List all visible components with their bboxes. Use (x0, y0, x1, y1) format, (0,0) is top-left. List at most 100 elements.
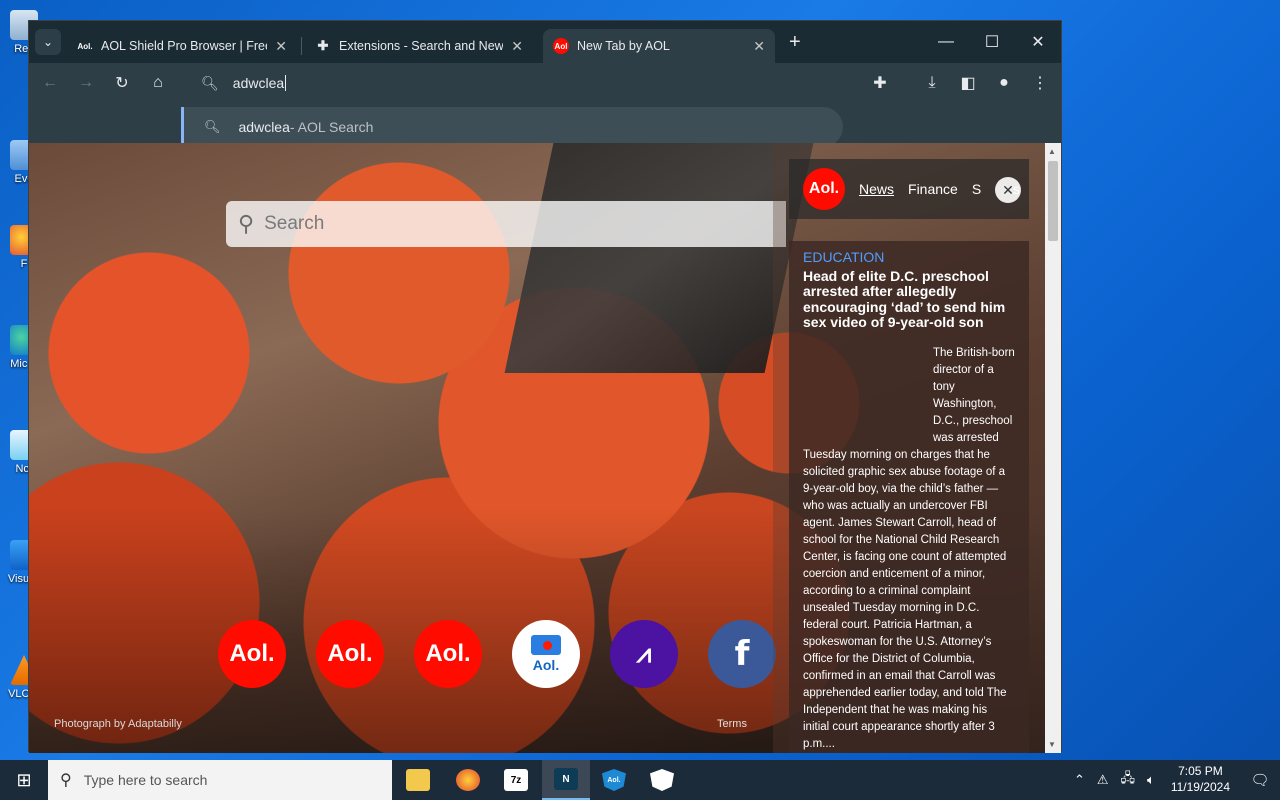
aol-logo-icon: Aol. (229, 640, 275, 667)
news-tab[interactable]: News (859, 181, 894, 197)
puzzle-icon: ✚ (317, 38, 329, 53)
taskbar-aol-browser[interactable]: N (542, 760, 590, 800)
reload-icon: ↻ (115, 75, 129, 92)
tab-aol-shield[interactable]: Aol. AOL Shield Pro Browser | Free ✕ (67, 29, 297, 63)
close-icon: ✕ (1031, 34, 1045, 51)
more-vert-icon: ⋮ (1032, 75, 1048, 92)
side-panel-icon: ◧ (960, 75, 976, 92)
article-headline[interactable]: Head of elite D.C. preschool arrested af… (803, 268, 1015, 331)
puzzle-icon: ✚ (873, 75, 887, 92)
suggestion-row[interactable]: 🔍︎ adwclea - AOL Search (181, 107, 843, 147)
home-icon: ⌂ (153, 74, 163, 91)
shortcut-aol-3[interactable]: Aol. (414, 620, 482, 688)
chevron-up-icon[interactable]: ⌃ (1074, 772, 1085, 788)
minimize-icon: — (938, 33, 954, 50)
side-panel-button[interactable]: ◧ (955, 70, 981, 96)
address-bar[interactable]: 🔍︎ adwclea (179, 63, 844, 103)
tab-title: New Tab by AOL (577, 39, 670, 53)
mail-icon (531, 635, 561, 655)
close-tab-icon[interactable]: ✕ (511, 38, 523, 55)
sports-tab[interactable]: S (972, 181, 981, 197)
search-icon: 🔍︎ (201, 74, 219, 91)
profile-icon: ● (999, 74, 1009, 91)
warning-icon[interactable]: ⚠ (1097, 772, 1109, 788)
taskbar-file-explorer[interactable] (394, 760, 442, 800)
address-bar-text[interactable]: adwclea (233, 75, 284, 91)
tab-title: AOL Shield Pro Browser | Free (101, 39, 268, 53)
browser-window: ⌄ Aol. AOL Shield Pro Browser | Free ✕ ✚… (28, 20, 1062, 753)
scrollbar-thumb[interactable] (1048, 161, 1058, 241)
clock[interactable]: 7:05 PM 11/19/2024 (1171, 764, 1230, 795)
shortcut-aol-1[interactable]: Aol. (218, 620, 286, 688)
start-button[interactable]: ⊞ (0, 760, 48, 800)
aol-mail-label: Aol. (532, 657, 560, 673)
aol-logo-icon: Aol. (425, 640, 471, 667)
taskbar-search-box[interactable]: ⚲ Type here to search (48, 760, 392, 800)
aol-logo-icon: Aol. (327, 640, 373, 667)
new-tab-button[interactable]: + (789, 31, 801, 54)
aol-favicon-icon: Aol. (77, 41, 93, 51)
text-caret (285, 75, 287, 91)
terms-link[interactable]: Terms (717, 718, 747, 730)
search-icon: 🔍︎ (204, 119, 221, 134)
reload-button[interactable]: ↻ (109, 70, 135, 96)
menu-button[interactable]: ⋮ (1027, 70, 1053, 96)
close-window-button[interactable]: ✕ (1015, 29, 1061, 55)
chevron-down-icon: ⌄ (42, 35, 54, 49)
taskbar: ⊞ ⚲ Type here to search 7z N Aol. ⌃ ⚠ 🖧︎… (0, 760, 1280, 800)
arrow-left-icon: ← (42, 74, 58, 91)
scroll-down-icon[interactable]: ▼ (1048, 740, 1056, 749)
tab-search-button[interactable]: ⌄ (35, 29, 61, 55)
tab-divider (301, 37, 302, 55)
tab-new-tab-aol[interactable]: Aol New Tab by AOL ✕ (543, 29, 775, 63)
article-thumbnail (803, 345, 921, 441)
windows-security-icon (650, 769, 674, 791)
photo-credit[interactable]: Photograph by Adaptabilly (54, 718, 182, 730)
back-button[interactable]: ← (37, 70, 63, 96)
news-article[interactable]: EDUCATION Head of elite D.C. preschool a… (789, 241, 1029, 753)
shield-icon: Aol. (602, 769, 626, 791)
taskbar-aol-shield[interactable]: Aol. (590, 760, 638, 800)
aol-logo-icon[interactable]: Aol. (803, 168, 845, 210)
shortcut-facebook[interactable]: f (708, 620, 776, 688)
scroll-up-icon[interactable]: ▲ (1048, 147, 1056, 156)
shortcut-finance[interactable]: ⩘ (610, 620, 678, 688)
suggestion-query: adwclea (238, 119, 290, 135)
shortcut-aol-2[interactable]: Aol. (316, 620, 384, 688)
notifications-button[interactable]: 🗨︎ (1240, 771, 1280, 789)
search-icon: ⚲ (238, 211, 255, 236)
home-button[interactable]: ⌂ (145, 70, 171, 96)
news-header: Aol. News Finance S ✕ s (789, 159, 1029, 219)
article-category: EDUCATION (803, 249, 885, 265)
minimize-button[interactable]: — (923, 29, 969, 55)
finance-tab[interactable]: Finance (908, 181, 958, 197)
downloads-button[interactable]: ⤓ (919, 70, 945, 96)
shortcut-aol-mail[interactable]: Aol. (512, 620, 580, 688)
tab-extensions[interactable]: ✚ Extensions - Search and New T ✕ (305, 29, 533, 63)
taskbar-search-placeholder: Type here to search (83, 772, 208, 788)
folder-icon (406, 769, 430, 791)
clock-time: 7:05 PM (1178, 764, 1223, 779)
windows-logo-icon: ⊞ (16, 769, 32, 790)
page-search-box[interactable]: ⚲ (226, 201, 786, 247)
facebook-icon: f (734, 634, 750, 674)
taskbar-firefox[interactable] (444, 760, 492, 800)
notification-icon: 🗨︎ (1250, 772, 1270, 789)
page-scrollbar[interactable]: ▲ ▼ (1045, 143, 1061, 753)
taskbar-7zip[interactable]: 7z (492, 760, 540, 800)
sports-tab-suffix: s (1013, 181, 1020, 197)
taskbar-security[interactable] (638, 760, 686, 800)
news-panel: Aol. News Finance S ✕ s EDUCATION Head o… (773, 143, 1045, 753)
volume-icon[interactable]: 🔈︎ (1147, 772, 1155, 788)
forward-button[interactable]: → (73, 70, 99, 96)
maximize-button[interactable]: ☐ (969, 29, 1015, 55)
aol-favicon-icon: Aol (553, 38, 569, 54)
profile-button[interactable]: ● (991, 70, 1017, 96)
network-icon[interactable]: 🖧︎ (1121, 769, 1136, 791)
page-search-input[interactable] (264, 213, 745, 235)
close-tab-icon[interactable]: ✕ (753, 38, 765, 55)
extensions-button[interactable]: ✚ (867, 70, 893, 96)
close-tab-icon[interactable]: ✕ (275, 38, 287, 55)
chart-trend-icon: ⩘ (636, 638, 652, 668)
plus-icon: + (789, 31, 801, 53)
